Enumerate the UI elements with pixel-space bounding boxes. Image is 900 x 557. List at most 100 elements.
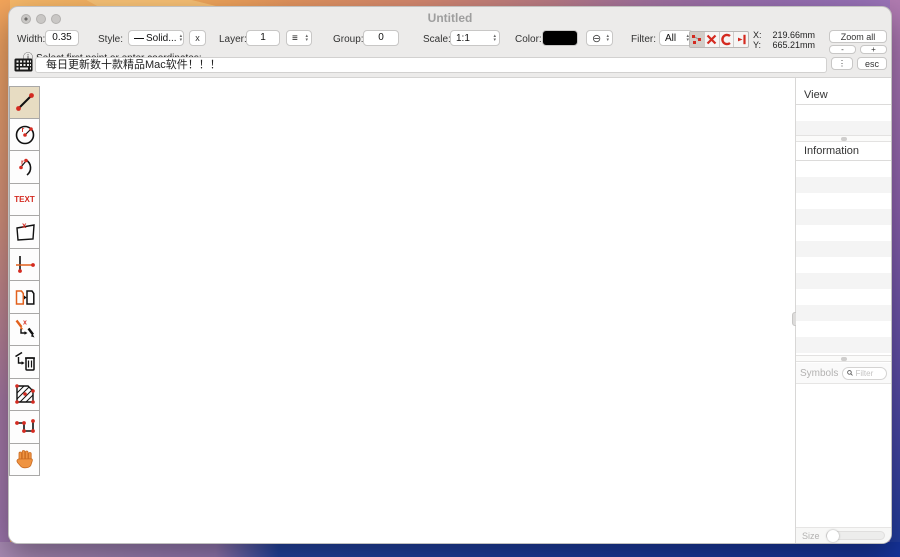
copy-tool[interactable] (9, 281, 40, 314)
coord-y-value: 665.21mm (772, 40, 815, 50)
wallpaper-bottom-band (0, 542, 900, 557)
symbols-filter-input[interactable] (855, 369, 882, 378)
list-item (796, 241, 891, 257)
drawing-toolbar: Width: 0.35 Style: — Solid... ▴▾ x Layer… (9, 28, 891, 50)
list-item (796, 161, 891, 177)
scale-dropdown[interactable]: 1:1 ▴▾ (450, 30, 500, 46)
list-item (796, 289, 891, 305)
fill-none-dropdown[interactable]: ⊖ ▴▾ (586, 30, 613, 46)
text-tool-icon: TEXT (14, 195, 34, 204)
snap-off-button[interactable] (705, 32, 720, 47)
hatch-tool-icon (13, 382, 37, 406)
list-item (796, 177, 891, 193)
size-slider-knob[interactable] (827, 530, 839, 542)
stepper-arrows-icon: ▴▾ (180, 34, 183, 42)
arc-tool[interactable]: r (9, 151, 40, 184)
delete-tool[interactable] (9, 346, 40, 379)
snap-center-button[interactable] (720, 32, 735, 47)
color-label: Color: (515, 34, 542, 45)
style-dropdown[interactable]: — Solid... ▴▾ (128, 30, 184, 46)
symbols-search[interactable] (842, 367, 887, 380)
information-list[interactable] (796, 161, 891, 353)
color-swatch[interactable] (542, 30, 578, 46)
view-section-header: View (796, 86, 891, 105)
circle-tool-icon: r (13, 122, 37, 146)
symbols-label: Symbols (800, 368, 838, 379)
stepper-arrows-icon: ▴▾ (606, 34, 609, 42)
layer-label: Layer: (219, 34, 247, 45)
polyline-tool[interactable] (9, 411, 40, 444)
list-item (796, 337, 891, 353)
snap-button-group (689, 31, 749, 48)
command-input[interactable]: 每日更新数十款精品Mac软件！！！ (35, 57, 827, 73)
modify-tool[interactable]: x (9, 314, 40, 347)
snap-center-icon (720, 33, 733, 46)
filter-dropdown[interactable]: All ▴▾ (659, 30, 693, 46)
symbols-bar: Symbols (796, 363, 891, 384)
coord-y-label: Y: (753, 40, 761, 50)
width-label: Width: (17, 34, 45, 45)
snap-points-icon (690, 33, 703, 46)
pan-tool[interactable] (9, 444, 40, 477)
view-info-splitter[interactable] (796, 135, 891, 142)
style-label: Style: (98, 34, 123, 45)
ortho-line-tool[interactable] (9, 249, 40, 282)
splitter-grip-icon (841, 137, 847, 141)
hatch-tool[interactable] (9, 379, 40, 412)
command-menu-button[interactable]: ⋮ (831, 57, 853, 70)
list-item (796, 193, 891, 209)
filter-label: Filter: (631, 34, 656, 45)
width-input[interactable]: 0.35 (45, 30, 79, 46)
size-label: Size (802, 531, 820, 541)
list-item (796, 257, 891, 273)
svg-text:r: r (21, 159, 24, 166)
info-symbols-splitter[interactable] (796, 355, 891, 362)
view-list[interactable] (796, 105, 891, 137)
titlebar: Untitled (9, 7, 891, 29)
snap-off-icon (705, 33, 718, 46)
circle-tool[interactable]: r (9, 119, 40, 152)
snap-points-button[interactable] (690, 32, 705, 47)
zoom-all-button[interactable]: Zoom all (829, 30, 887, 43)
text-tool[interactable]: TEXT (9, 184, 40, 217)
svg-text:r: r (21, 127, 24, 134)
list-item (796, 321, 891, 337)
right-panel: View Information Symbols Size (796, 78, 891, 543)
ortho-line-tool-icon (13, 252, 37, 276)
list-item (796, 273, 891, 289)
list-item (796, 105, 891, 121)
size-slider[interactable] (826, 531, 885, 540)
tool-palette: r r TEXT x (9, 86, 40, 476)
snap-edge-button[interactable] (734, 32, 748, 47)
pen-off-button[interactable]: x (189, 30, 206, 46)
surface-tool[interactable]: x (9, 216, 40, 249)
drawing-canvas[interactable]: r r TEXT x (9, 77, 891, 543)
layer-input[interactable]: 1 (246, 30, 280, 46)
size-bar: Size (796, 527, 891, 543)
list-item (796, 305, 891, 321)
group-input[interactable]: 0 (363, 30, 399, 46)
window-title: Untitled (9, 11, 891, 25)
svg-text:x: x (23, 320, 27, 327)
copy-tool-icon (13, 285, 37, 309)
list-icon: ≡ (292, 33, 298, 44)
stepper-arrows-icon: ▴▾ (493, 34, 496, 42)
layer-list-dropdown[interactable]: ≡ ▴▾ (286, 30, 312, 46)
modify-tool-icon: x (13, 317, 37, 341)
line-tool[interactable] (9, 86, 40, 119)
no-fill-icon: ⊖ (592, 32, 601, 45)
zoom-out-button[interactable]: - (829, 45, 856, 54)
scale-label: Scale: (423, 34, 451, 45)
coordinate-readout: X:219.66mm Y:665.21mm (753, 30, 815, 50)
pan-hand-icon (13, 447, 37, 471)
esc-button[interactable]: esc (857, 57, 887, 70)
delete-tool-icon (13, 350, 37, 374)
command-bar: 每日更新数十款精品Mac软件！！！ ⋮ esc (9, 57, 891, 77)
arc-tool-icon: r (13, 155, 37, 179)
coord-x-value: 219.66mm (772, 30, 815, 40)
svg-text:x: x (22, 221, 27, 230)
zoom-in-button[interactable]: + (860, 45, 887, 54)
polyline-tool-icon (13, 415, 37, 439)
keyboard-grid-icon (14, 58, 33, 77)
line-tool-icon (13, 90, 37, 114)
